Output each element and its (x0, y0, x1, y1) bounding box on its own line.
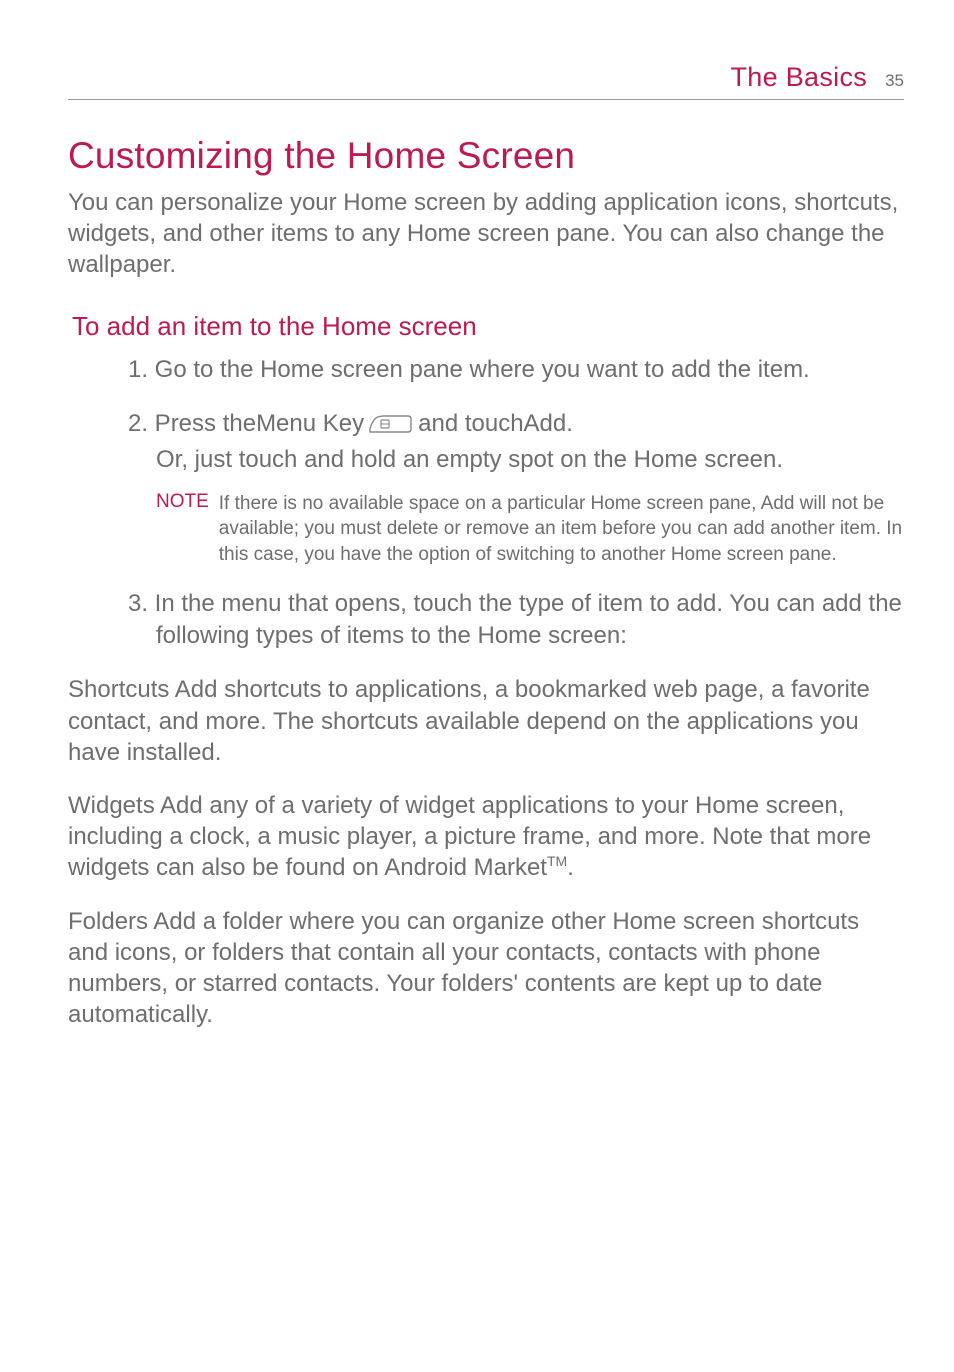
step-2-text-c: . (566, 408, 573, 440)
widgets-body-b: . (567, 854, 574, 881)
menu-key-icon (368, 414, 412, 434)
note-label: NOTE (156, 491, 209, 568)
shortcuts-body: Add shortcuts to applications, a bookmar… (68, 676, 870, 765)
sub-heading: To add an item to the Home screen (72, 311, 904, 342)
folders-lead: Folders (68, 908, 148, 935)
folders-paragraph: Folders Add a folder where you can organ… (68, 906, 904, 1031)
add-label: Add (524, 408, 567, 440)
menu-key-label: Menu Key (256, 408, 364, 440)
widgets-lead: Widgets (68, 792, 155, 819)
tm-mark: TM (547, 853, 567, 869)
widgets-paragraph: Widgets Add any of a variety of widget a… (68, 790, 904, 884)
shortcuts-lead: Shortcuts (68, 676, 169, 703)
step-1: 1. Go to the Home screen pane where you … (156, 354, 904, 386)
widgets-body-a: Add any of a variety of widget applicati… (68, 792, 871, 881)
step-2-alt: Or, just touch and hold an empty spot on… (156, 444, 904, 476)
page-header: The Basics 35 (68, 62, 904, 100)
folders-body: Add a folder where you can organize othe… (68, 908, 859, 1029)
note-block: NOTE If there is no available space on a… (156, 491, 904, 568)
step-3: 3. In the menu that opens, touch the typ… (156, 588, 904, 653)
note-text: If there is no available space on a part… (219, 491, 904, 568)
step-2: 2. Press the Menu Key and touch Add . (128, 408, 904, 440)
page-number: 35 (885, 71, 904, 91)
section-title: The Basics (731, 62, 868, 93)
intro-paragraph: You can personalize your Home screen by … (68, 187, 904, 281)
shortcuts-paragraph: Shortcuts Add shortcuts to applications,… (68, 674, 904, 768)
step-2-text-b: and touch (418, 408, 523, 440)
main-heading: Customizing the Home Screen (68, 135, 904, 177)
step-2-text-a: 2. Press the (128, 408, 256, 440)
